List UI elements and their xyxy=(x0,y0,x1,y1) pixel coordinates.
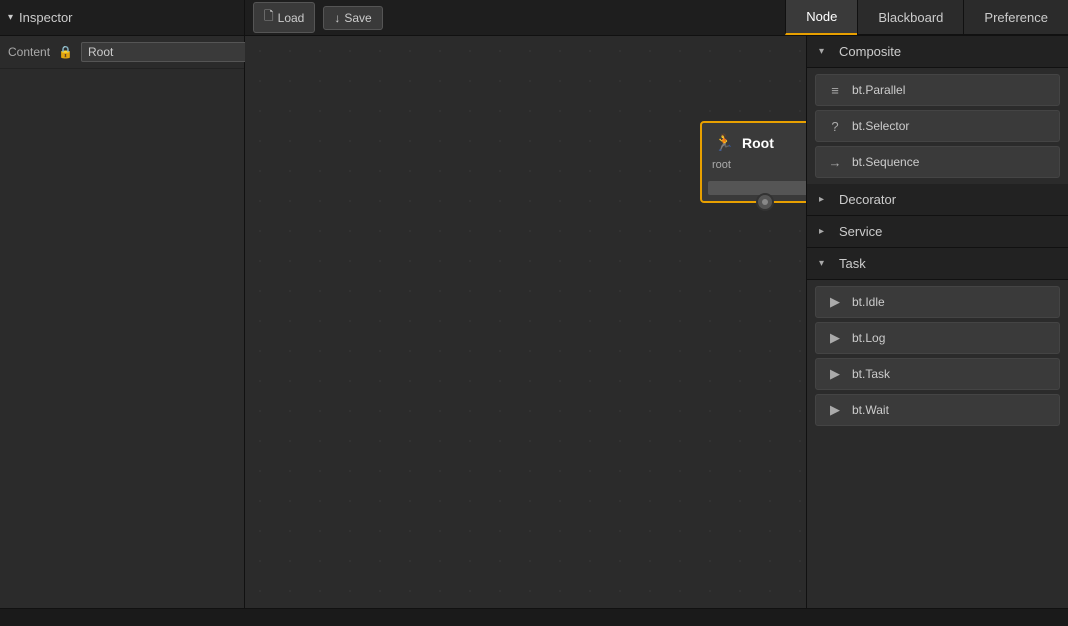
main-area: Content 🔒 🏃 Root root ▾ Composite xyxy=(0,36,1068,608)
bt-idle-item[interactable]: ▶ bt.Idle xyxy=(815,286,1060,318)
parallel-icon: ≡ xyxy=(826,81,844,99)
bt-parallel-item[interactable]: ≡ bt.Parallel xyxy=(815,74,1060,106)
task-label: bt.Task xyxy=(852,367,890,381)
service-chevron: ▸ xyxy=(819,226,831,237)
decorator-title: Decorator xyxy=(839,192,896,207)
content-row: Content 🔒 xyxy=(0,36,244,69)
connector-inner xyxy=(762,199,768,205)
selector-label: bt.Selector xyxy=(852,119,909,133)
section-composite-header[interactable]: ▾ Composite xyxy=(807,36,1068,68)
name-input[interactable] xyxy=(81,42,250,62)
bt-selector-item[interactable]: ? bt.Selector xyxy=(815,110,1060,142)
right-panel: ▾ Composite ≡ bt.Parallel ? bt.Selector … xyxy=(806,36,1068,608)
idle-icon: ▶ xyxy=(826,293,844,311)
tab-preference[interactable]: Preference xyxy=(963,0,1068,35)
sequence-label: bt.Sequence xyxy=(852,155,919,169)
load-label: Load xyxy=(278,11,305,25)
task-icon: ▶ xyxy=(826,365,844,383)
inspector-toggle-icon[interactable]: ▾ xyxy=(8,12,13,23)
selector-icon: ? xyxy=(826,117,844,135)
decorator-chevron: ▸ xyxy=(819,194,831,205)
node-subtitle: root xyxy=(702,159,806,177)
wait-icon: ▶ xyxy=(826,401,844,419)
root-node[interactable]: 🏃 Root root xyxy=(700,121,806,203)
section-task-header[interactable]: ▾ Task xyxy=(807,248,1068,280)
composite-chevron: ▾ xyxy=(819,46,831,57)
save-label: Save xyxy=(344,11,371,25)
bt-log-item[interactable]: ▶ bt.Log xyxy=(815,322,1060,354)
section-decorator-header[interactable]: ▸ Decorator xyxy=(807,184,1068,216)
sequence-icon: → xyxy=(826,153,844,171)
log-icon: ▶ xyxy=(826,329,844,347)
save-button[interactable]: ↓ Save xyxy=(323,6,382,30)
node-header: 🏃 Root xyxy=(702,123,806,159)
load-icon: 🗋 xyxy=(264,7,274,28)
section-service-header[interactable]: ▸ Service xyxy=(807,216,1068,248)
tab-bar: Node Blackboard Preference xyxy=(785,0,1068,35)
idle-label: bt.Idle xyxy=(852,295,885,309)
service-title: Service xyxy=(839,224,882,239)
parallel-label: bt.Parallel xyxy=(852,83,905,97)
node-connector xyxy=(756,193,774,211)
toolbar: 🗋 Load ↓ Save xyxy=(245,2,785,33)
task-chevron: ▾ xyxy=(819,258,831,269)
load-button[interactable]: 🗋 Load xyxy=(253,2,315,33)
node-title: Root xyxy=(742,135,774,151)
bt-task-item[interactable]: ▶ bt.Task xyxy=(815,358,1060,390)
log-label: bt.Log xyxy=(852,331,885,345)
tab-node[interactable]: Node xyxy=(785,0,857,35)
bottom-bar xyxy=(0,608,1068,626)
inspector-header: ▾ Inspector xyxy=(0,0,245,35)
inspector-panel: Content 🔒 xyxy=(0,36,245,608)
save-icon: ↓ xyxy=(334,11,340,25)
task-body: ▶ bt.Idle ▶ bt.Log ▶ bt.Task ▶ bt.Wait xyxy=(807,280,1068,432)
tab-blackboard[interactable]: Blackboard xyxy=(857,0,963,35)
bt-sequence-item[interactable]: → bt.Sequence xyxy=(815,146,1060,178)
node-footer-bar xyxy=(708,181,806,195)
bt-wait-item[interactable]: ▶ bt.Wait xyxy=(815,394,1060,426)
wait-label: bt.Wait xyxy=(852,403,889,417)
canvas-area[interactable]: 🏃 Root root xyxy=(245,36,806,608)
inspector-title: Inspector xyxy=(19,10,72,25)
top-bar: ▾ Inspector 🗋 Load ↓ Save Node Blackboar… xyxy=(0,0,1068,36)
content-label: Content xyxy=(8,45,50,59)
lock-icon: 🔒 xyxy=(58,45,73,59)
run-icon: 🏃 xyxy=(712,131,736,155)
task-title: Task xyxy=(839,256,866,271)
composite-body: ≡ bt.Parallel ? bt.Selector → bt.Sequenc… xyxy=(807,68,1068,184)
composite-title: Composite xyxy=(839,44,901,59)
